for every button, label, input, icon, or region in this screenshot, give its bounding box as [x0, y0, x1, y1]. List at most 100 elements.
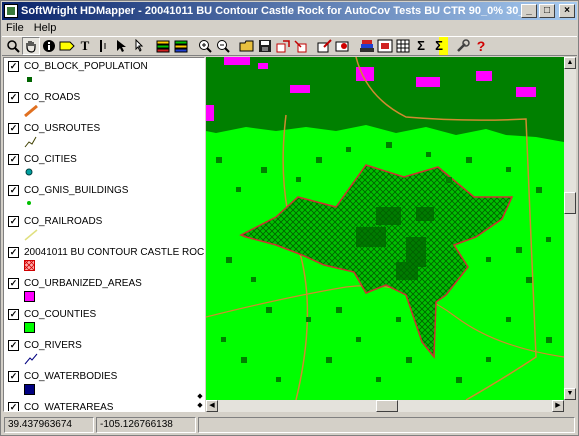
- toolbar: T Σ Σ ?: [2, 36, 577, 56]
- contour-hatch-symbol-icon: [24, 260, 35, 271]
- urbanized-patch: [206, 105, 214, 121]
- layer-name: CO_BLOCK_POPULATION: [24, 61, 148, 72]
- layer-checkbox[interactable]: ✓: [8, 185, 19, 196]
- menu-help[interactable]: Help: [34, 22, 57, 34]
- layer-checkbox[interactable]: ✓: [8, 278, 19, 289]
- longitude-readout: -105.126766138: [96, 417, 196, 433]
- urbanized-patch: [416, 77, 440, 87]
- urbanized-patch: [516, 87, 536, 97]
- menu-bar: File Help: [2, 20, 577, 36]
- text-tool-icon[interactable]: T: [76, 37, 94, 55]
- map-horizontal-scrollbar[interactable]: ◀ ▶: [206, 400, 564, 412]
- scroll-up-button[interactable]: ▲: [564, 57, 576, 69]
- edit-icon[interactable]: [316, 37, 334, 55]
- layer-checkbox[interactable]: ✓: [8, 247, 19, 258]
- layer-checkbox[interactable]: ✓: [8, 154, 19, 165]
- label-icon[interactable]: [58, 37, 76, 55]
- legend-scroll-arrows[interactable]: ◆ ◆: [195, 392, 204, 411]
- layer-checkbox[interactable]: ✓: [8, 402, 19, 411]
- urban-box-symbol-icon: [24, 291, 35, 302]
- select-arrow-icon[interactable]: [112, 37, 130, 55]
- bu-contour-polygon: [239, 164, 514, 360]
- zoom-out-icon[interactable]: [214, 37, 232, 55]
- road-line-symbol-icon: [24, 105, 38, 117]
- dense-population-area: [206, 57, 564, 142]
- map-canvas[interactable]: [206, 57, 564, 400]
- square-symbol-icon: [27, 77, 32, 82]
- layer-name: CO_COUNTIES: [24, 309, 97, 320]
- legend-layer-usroutes[interactable]: ✓ CO_USROUTES: [4, 120, 204, 151]
- stack-icon[interactable]: [358, 37, 376, 55]
- legend-layer-waterareas[interactable]: ✓ CO_WATERAREAS: [4, 399, 204, 412]
- layer-name: CO_WATERAREAS: [24, 402, 114, 412]
- layer-checkbox[interactable]: ✓: [8, 371, 19, 382]
- layer-name: 20041011 BU CONTOUR CASTLE ROCK FOR AUTO…: [24, 247, 204, 258]
- layer-checkbox[interactable]: ✓: [8, 216, 19, 227]
- legend-layer-urbanized-areas[interactable]: ✓ CO_URBANIZED_AREAS: [4, 275, 204, 306]
- building-dot-symbol-icon: [27, 201, 31, 205]
- sum-alt-icon[interactable]: Σ: [430, 37, 448, 55]
- open-folder-icon[interactable]: [238, 37, 256, 55]
- tools-icon[interactable]: [454, 37, 472, 55]
- import-icon[interactable]: [292, 37, 310, 55]
- legend-layer-railroads[interactable]: ✓ CO_RAILROADS: [4, 213, 204, 244]
- vertical-scroll-thumb[interactable]: [564, 192, 576, 214]
- city-dot-symbol-icon: [25, 168, 33, 176]
- info-icon[interactable]: [40, 37, 58, 55]
- legend-layer-rivers[interactable]: ✓ CO_RIVERS: [4, 337, 204, 368]
- pan-hand-icon[interactable]: [22, 37, 40, 55]
- save-disk-icon[interactable]: [256, 37, 274, 55]
- scroll-left-button[interactable]: ◀: [206, 400, 218, 412]
- scroll-right-button[interactable]: ▶: [552, 400, 564, 412]
- zoom-magnifier-icon[interactable]: [4, 37, 22, 55]
- urbanized-patch: [258, 63, 268, 69]
- layer-checkbox[interactable]: ✓: [8, 309, 19, 320]
- layer-name: CO_GNIS_BUILDINGS: [24, 185, 129, 196]
- maximize-button[interactable]: □: [539, 4, 555, 18]
- legend-layer-bu-contour[interactable]: ✓ 20041011 BU CONTOUR CASTLE ROCK FOR AU…: [4, 244, 204, 275]
- layer-checkbox[interactable]: ✓: [8, 92, 19, 103]
- minimize-button[interactable]: _: [521, 4, 537, 18]
- map-view[interactable]: ▲ ▼ ◀ ▶: [206, 57, 576, 412]
- legend-panel[interactable]: ✓ CO_BLOCK_POPULATION ✓ CO_ROADS ✓ CO_US…: [3, 57, 205, 412]
- layer-name: CO_URBANIZED_AREAS: [24, 278, 142, 289]
- route-line-symbol-icon: [24, 136, 37, 148]
- scroll-down-button[interactable]: ▼: [564, 388, 576, 400]
- layer-name: CO_CITIES: [24, 154, 77, 165]
- help-question-icon[interactable]: ?: [472, 37, 490, 55]
- menu-file[interactable]: File: [6, 22, 24, 34]
- layer-checkbox[interactable]: ✓: [8, 61, 19, 72]
- waterbody-box-symbol-icon: [24, 384, 35, 395]
- legend-layer-counties[interactable]: ✓ CO_COUNTIES: [4, 306, 204, 337]
- map-svg: [206, 57, 564, 400]
- map-vertical-scrollbar[interactable]: ▲ ▼: [564, 57, 576, 400]
- close-button[interactable]: ×: [559, 4, 575, 18]
- app-icon: [4, 4, 18, 18]
- road-line: [282, 114, 309, 400]
- export-icon[interactable]: [274, 37, 292, 55]
- group-icon[interactable]: [376, 37, 394, 55]
- legend-layer-waterbodies[interactable]: ✓ CO_WATERBODIES: [4, 368, 204, 399]
- title-bar[interactable]: SoftWright HDMapper - 20041011 BU Contou…: [2, 2, 577, 20]
- grid-icon[interactable]: [394, 37, 412, 55]
- layer-checkbox[interactable]: ✓: [8, 123, 19, 134]
- legend-layer-block-population[interactable]: ✓ CO_BLOCK_POPULATION: [4, 58, 204, 89]
- legend-layer-cities[interactable]: ✓ CO_CITIES: [4, 151, 204, 182]
- horizontal-scroll-thumb[interactable]: [376, 400, 398, 412]
- county-box-symbol-icon: [24, 322, 35, 333]
- layer-checkbox[interactable]: ✓: [8, 340, 19, 351]
- legend-layer-roads[interactable]: ✓ CO_ROADS: [4, 89, 204, 120]
- vertical-line-icon[interactable]: [94, 37, 112, 55]
- zoom-in-icon[interactable]: [196, 37, 214, 55]
- record-icon[interactable]: [334, 37, 352, 55]
- layer-name: CO_ROADS: [24, 92, 81, 103]
- sum-icon[interactable]: Σ: [412, 37, 430, 55]
- layer-name: CO_WATERBODIES: [24, 371, 118, 382]
- river-line-symbol-icon: [24, 353, 38, 365]
- point-select-icon[interactable]: [130, 37, 148, 55]
- status-bar: 39.437963674 -105.126766138: [2, 415, 577, 435]
- legend-layer-gnis-buildings[interactable]: ✓ CO_GNIS_BUILDINGS: [4, 182, 204, 213]
- latitude-readout: 39.437963674: [4, 417, 94, 433]
- layers-alt-icon[interactable]: [172, 37, 190, 55]
- layers-icon[interactable]: [154, 37, 172, 55]
